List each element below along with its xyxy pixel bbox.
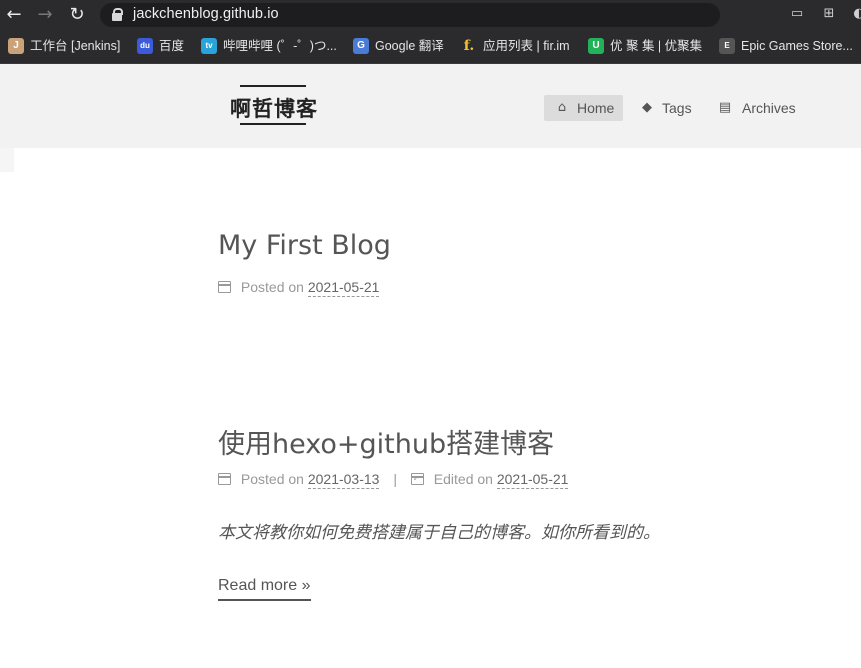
back-arrow-icon[interactable]: ← xyxy=(3,4,25,26)
google-translate-icon: G xyxy=(353,38,369,54)
extensions-icon[interactable]: ⊞ xyxy=(820,6,838,22)
menu-label: Tags xyxy=(662,100,692,116)
tags-icon: ◆ xyxy=(642,100,652,115)
bilibili-icon: tv xyxy=(201,38,217,54)
fir-icon: f. xyxy=(463,38,475,54)
bookmark-label: 哔哩哔哩 (゜-゜)つ... xyxy=(223,39,337,53)
calendar-icon xyxy=(218,473,231,485)
address-bar[interactable]: jackchenblog.github.io xyxy=(100,3,720,27)
bookmark-label: Epic Games Store... xyxy=(741,39,853,53)
site-title[interactable]: 啊哲博客 xyxy=(230,93,318,123)
menu-item-tags[interactable]: ◆ Tags xyxy=(630,95,702,121)
posted-label: Posted on xyxy=(240,471,304,487)
post-title[interactable]: 使用hexo+github搭建博客 xyxy=(218,422,554,461)
brand-bottom-line xyxy=(240,123,306,125)
menu-item-home[interactable]: ⌂ Home xyxy=(544,95,623,121)
post-excerpt: 本文将教你如何免费搭建属于自己的博客。如你所看到的。 xyxy=(218,523,660,543)
home-icon: ⌂ xyxy=(557,100,567,115)
reload-icon[interactable]: ↻ xyxy=(66,4,88,26)
meta-separator: | xyxy=(393,471,397,487)
menu-label: Archives xyxy=(742,100,796,116)
read-more-button[interactable]: Read more » xyxy=(218,577,311,601)
calendar-icon xyxy=(218,281,231,293)
main-content xyxy=(0,148,861,668)
bookmark-label: 应用列表 | fir.im xyxy=(483,39,570,53)
profile-icon[interactable]: ◐ xyxy=(850,6,861,22)
post-meta: Posted on 2021-05-21 xyxy=(218,279,380,301)
edited-date[interactable]: 2021-05-21 xyxy=(496,471,569,489)
bookmark-label: 工作台 [Jenkins] xyxy=(30,39,121,53)
bookmarks-bar: J 工作台 [Jenkins] du 百度 tv 哔哩哔哩 (゜-゜)つ... … xyxy=(0,30,861,64)
archive-icon: ▤ xyxy=(718,100,732,115)
forward-arrow-icon[interactable]: → xyxy=(34,4,56,26)
posted-label: Posted on xyxy=(240,279,304,295)
calendar-check-icon xyxy=(410,473,424,485)
post-title[interactable]: My First Blog xyxy=(218,230,391,261)
posted-date[interactable]: 2021-05-21 xyxy=(307,279,380,297)
cast-icon[interactable]: ▭ xyxy=(788,6,806,22)
bookmark-label: Google 翻译 xyxy=(375,39,444,53)
browser-toolbar: ← → ↻ jackchenblog.github.io ▭ ⊞ ◐ xyxy=(0,0,861,30)
bookmark-label: 优 聚 集 | 优聚集 xyxy=(610,39,703,53)
lock-icon[interactable] xyxy=(112,8,123,21)
site-header: 啊哲博客 ⌂ Home ◆ Tags ▤ Archives xyxy=(0,64,861,148)
posted-date[interactable]: 2021-03-13 xyxy=(307,471,380,489)
brand-top-line xyxy=(240,85,306,87)
url-text[interactable]: jackchenblog.github.io xyxy=(133,6,279,22)
epic-games-icon: E xyxy=(719,38,735,54)
menu-item-archives[interactable]: ▤ Archives xyxy=(710,95,802,121)
bookmark-label: 百度 xyxy=(159,39,185,53)
baidu-icon: du xyxy=(137,38,153,54)
edited-label: Edited on xyxy=(433,471,493,487)
jenkins-icon: J xyxy=(8,38,24,54)
menu-label: Home xyxy=(577,100,615,116)
header-corner xyxy=(0,148,14,172)
youjuji-icon: U xyxy=(588,38,604,54)
post-meta: Posted on 2021-03-13 | Edited on 2021-05… xyxy=(218,471,569,493)
